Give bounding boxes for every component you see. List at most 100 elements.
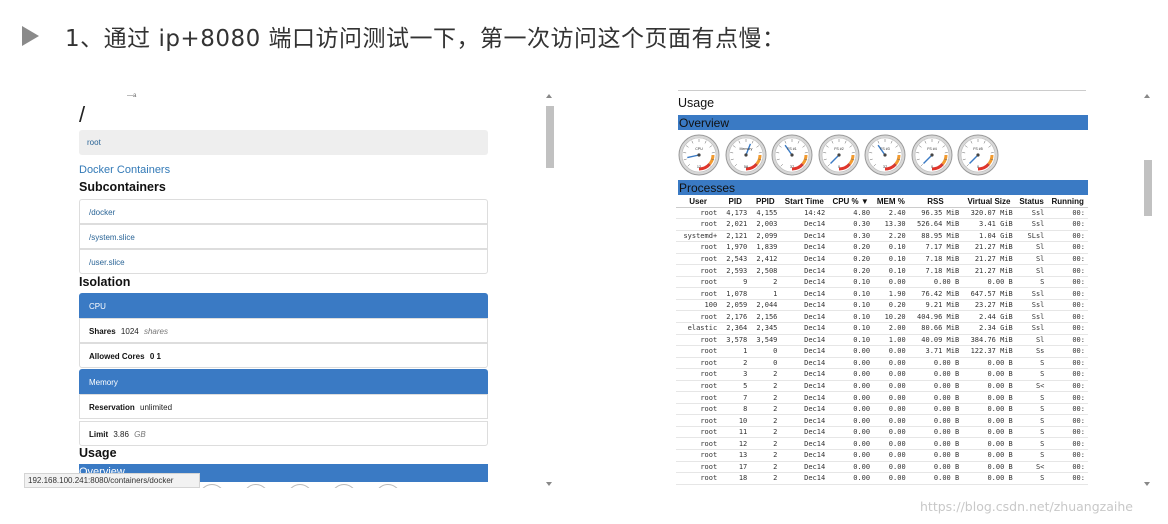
table-cell: 7.18 MiB [908, 253, 963, 266]
table-cell: 1,839 [750, 241, 781, 254]
table-cell: 0.00 B [908, 472, 963, 485]
table-cell: 00: [1047, 207, 1088, 220]
table-cell: S [1015, 449, 1048, 462]
gauge-cpu: CPU 12 [678, 134, 720, 176]
table-cell: 2 [750, 472, 781, 485]
table-cell: Sl [1015, 241, 1048, 254]
table-cell: 3.71 MiB [908, 345, 963, 358]
table-cell: Dec14 [780, 230, 829, 243]
column-header[interactable]: RSS [908, 196, 963, 208]
column-header[interactable]: PPID [750, 196, 781, 208]
table-cell: 0.10 [873, 241, 909, 254]
column-header[interactable]: Start Time [780, 196, 829, 208]
scroll-up-arrow-icon[interactable] [1144, 94, 1150, 98]
scroll-down-arrow-icon[interactable] [1144, 482, 1150, 486]
table-cell: root [676, 403, 721, 416]
table-cell: root [676, 449, 721, 462]
top-hint: —a [127, 93, 137, 99]
column-header[interactable]: User [676, 196, 721, 208]
cores-label: Allowed Cores [89, 352, 145, 361]
column-header[interactable]: Status [1015, 196, 1048, 208]
column-header[interactable]: MEM % [873, 196, 909, 208]
table-cell: 2,593 [720, 264, 751, 277]
docker-containers-link[interactable]: Docker Containers [79, 164, 170, 176]
table-cell: 0.10 [828, 299, 874, 312]
table-cell: 4.80 [828, 207, 874, 220]
table-cell: Ssl [1015, 299, 1048, 312]
table-cell: root [676, 253, 721, 266]
table-cell: 00: [1047, 264, 1088, 277]
table-cell: 11 [720, 426, 751, 439]
subcontainer-link-system-slice[interactable]: /system.slice [79, 224, 488, 249]
table-cell: root [676, 345, 721, 358]
table-cell: 2 [750, 391, 781, 404]
table-cell: 0.00 B [908, 437, 963, 450]
table-cell: S [1015, 276, 1048, 289]
gauge-value: 0 [977, 165, 979, 169]
overview-header: Overview [678, 115, 1088, 130]
gauge-fs-4: FS #4 0 [911, 134, 953, 176]
column-header[interactable]: CPU % ▼ [828, 196, 874, 208]
table-cell: 18 [720, 472, 751, 485]
table-cell: 0.00 [873, 403, 909, 416]
table-cell: 00: [1047, 322, 1088, 335]
table-cell: 647.57 MiB [962, 287, 1016, 300]
table-cell: Ssl [1015, 322, 1048, 335]
gauge-dial-icon: FS #2 0 [818, 134, 859, 176]
table-cell: 4,173 [720, 207, 751, 220]
subcontainer-link-docker[interactable]: /docker [79, 199, 488, 224]
gauge-dial-icon: FS #5 0 [957, 134, 999, 176]
table-row: root 18 2 Dec14 0.00 0.00 0.00 B 0.00 B S 00: [676, 472, 1088, 485]
scroll-down-arrow-icon[interactable] [546, 482, 552, 486]
column-header[interactable]: PID [720, 196, 751, 208]
table-cell: S [1015, 368, 1048, 381]
table-cell: Dec14 [780, 264, 829, 277]
table-cell: 526.64 MiB [908, 218, 963, 231]
table-cell: 9 [720, 276, 751, 289]
column-header[interactable]: Virtual Size [962, 196, 1016, 208]
table-cell: 0.00 B [908, 357, 963, 370]
table-cell: 0.00 [828, 461, 874, 474]
table-row: root 2,543 2,412 Dec14 0.20 0.10 7.18 MiB 21.27… [676, 253, 1088, 266]
table-cell: 21.27 MiB [962, 241, 1016, 254]
scrollbar-thumb[interactable] [546, 106, 554, 168]
table-cell: 2.20 [873, 230, 909, 243]
table-cell: 1,078 [720, 287, 751, 300]
table-cell: 384.76 MiB [962, 334, 1016, 347]
table-cell: S< [1015, 461, 1048, 474]
subcontainer-link-user-slice[interactable]: /user.slice [79, 249, 488, 274]
scrollbar-thumb[interactable] [1144, 160, 1152, 216]
left-scrollbar[interactable] [544, 94, 556, 486]
gauge-dial-icon: FS #3 37 [864, 134, 906, 176]
table-cell: 0.00 B [908, 461, 963, 474]
table-cell: 2,156 [750, 310, 781, 323]
table-cell: 76.42 MiB [908, 287, 963, 300]
table-cell: 00: [1047, 287, 1088, 300]
table-cell: 2 [750, 380, 781, 393]
gauge-circle [331, 484, 357, 488]
table-cell: 2 [750, 276, 781, 289]
scroll-up-arrow-icon[interactable] [546, 94, 552, 98]
table-cell: 0.00 [873, 368, 909, 381]
table-cell: S [1015, 426, 1048, 439]
limit-label: Limit [89, 430, 109, 439]
table-cell: 2,044 [750, 299, 781, 312]
table-cell: Ssl [1015, 218, 1048, 231]
table-row: systemd+ 2,121 2,099 Dec14 0.30 2.20 88.95 MiB… [676, 230, 1088, 243]
table-cell: 0.00 [873, 449, 909, 462]
table-cell: 0.00 [873, 426, 909, 439]
instruction-text: 1、通过 ip+8080 端口访问测试一下，第一次访问这个页面有点慢： [65, 26, 786, 52]
breadcrumb-root[interactable]: root [79, 130, 488, 155]
table-row: root 17 2 Dec14 0.00 0.00 0.00 B 0.00 B S< 00: [676, 461, 1088, 474]
table-cell: 2.44 GiB [962, 310, 1016, 323]
table-cell: Ss [1015, 345, 1048, 358]
right-scrollbar[interactable] [1142, 94, 1154, 486]
table-cell: 0.20 [873, 299, 909, 312]
table-cell: 00: [1047, 230, 1088, 243]
table-cell: 10 [720, 414, 751, 427]
table-cell: 0.10 [828, 287, 874, 300]
gauge-fs-3: FS #3 37 [864, 134, 906, 176]
table-row: root 13 2 Dec14 0.00 0.00 0.00 B 0.00 B S 00: [676, 449, 1088, 462]
column-header[interactable]: Running [1047, 196, 1088, 208]
table-cell: 0.00 B [962, 276, 1016, 289]
